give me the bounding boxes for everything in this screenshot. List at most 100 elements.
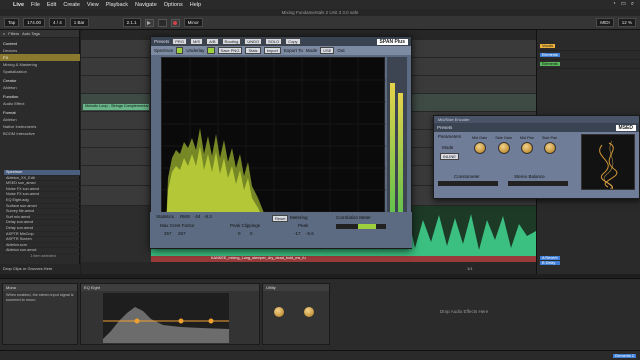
mid-gain-control[interactable]: Mid Gain <box>472 136 487 156</box>
search-icon[interactable]: ⌕ <box>631 1 634 8</box>
menu-playback[interactable]: Playback <box>106 2 128 8</box>
browser-item-native-instruments[interactable]: Native Instruments <box>0 123 80 130</box>
browser-item-boom[interactable]: BOOM Interactive <box>0 130 80 137</box>
correlation-meter-label: Correlation Meter <box>336 215 371 220</box>
browser-section-fx[interactable]: FX <box>0 54 80 61</box>
track-name-chip[interactable]: Elements <box>540 62 560 66</box>
search-icon[interactable]: ⌕ <box>3 31 5 36</box>
return-track-b[interactable]: B Delay <box>540 261 560 265</box>
meter-field[interactable]: 4 / 4 <box>49 18 66 27</box>
side-gain-knob[interactable] <box>497 142 510 154</box>
battery-icon[interactable]: ▭ <box>621 1 626 8</box>
track-header[interactable]: Elements <box>537 51 640 60</box>
span-statistics-panel: Statistics RMS -24 -8.3 Max Crest Factor… <box>150 212 412 248</box>
menu-app[interactable]: Live <box>13 2 24 8</box>
track-header[interactable]: Vocals <box>537 42 640 51</box>
stats-button[interactable]: Stats <box>245 47 261 54</box>
reset-button[interactable]: Reset <box>272 215 289 222</box>
browser-item-ableton-format[interactable]: Ableton <box>0 116 80 123</box>
auto-tags-tab[interactable]: Auto Tags <box>22 31 40 36</box>
underlay-toggle[interactable] <box>207 47 215 54</box>
return-track-a[interactable]: A Reverb <box>540 256 560 260</box>
eq-curve-display[interactable] <box>81 291 261 345</box>
drop-effects-hint: Drop Audio Effects Here <box>440 309 489 314</box>
browser-section-format[interactable]: Format <box>0 109 80 116</box>
browser-drop-hint: Drop Clips or Grooves Here <box>0 264 80 274</box>
track-header[interactable]: Elements <box>537 60 640 69</box>
selected-track-chip[interactable]: Elements 2 <box>613 353 636 358</box>
info-title: Mono <box>3 284 77 291</box>
copy-button[interactable]: Copy <box>285 38 301 45</box>
stop-button[interactable] <box>157 18 167 27</box>
browser-section-creator[interactable]: Creator <box>0 77 80 84</box>
status-bar: Elements 2 <box>0 350 640 360</box>
menu-create[interactable]: Create <box>63 2 80 8</box>
tap-button[interactable]: Tap <box>4 18 20 27</box>
quantize-menu[interactable]: 1 Bar <box>69 18 89 27</box>
mode-selector[interactable]: INLINE <box>440 153 459 160</box>
menu-file[interactable]: File <box>31 2 40 8</box>
side-pan-control[interactable]: Side Pan <box>542 136 557 156</box>
side-gain-label: Side Gain <box>495 136 512 140</box>
undo-button[interactable]: UNDO <box>244 38 263 45</box>
browser-item-ableton[interactable]: Ableton <box>0 84 80 91</box>
msed-knob-row: Mid Gain Side Gain Mid Pan Side Pan <box>472 136 557 156</box>
spectrum-display[interactable] <box>161 57 386 234</box>
position-field[interactable]: 2.1.1 <box>122 18 141 27</box>
browser-section-mixing[interactable]: Mixing & Mastering <box>0 61 80 68</box>
gain-knob[interactable] <box>273 306 285 318</box>
peak-left-value: -17 <box>294 231 301 236</box>
record-button[interactable] <box>170 18 180 27</box>
menu-view[interactable]: View <box>87 2 99 8</box>
presets-button[interactable]: Presets <box>154 39 169 44</box>
info-view: Mono When enabled, the stereo input sign… <box>2 283 78 345</box>
browser-section-spatial[interactable]: Spatialization <box>0 68 80 75</box>
routing-button[interactable]: Routing <box>221 38 242 45</box>
mode-button[interactable]: M/S <box>189 38 204 45</box>
side-gain-control[interactable]: Side Gain <box>495 136 512 156</box>
menu-navigate[interactable]: Navigate <box>135 2 157 8</box>
correlation-meter-fill <box>358 224 376 229</box>
device-chain: Mono When enabled, the stereo input sign… <box>0 278 640 350</box>
span-logo: SPAN Plus <box>376 38 408 45</box>
ab-button[interactable]: A/B <box>206 38 219 45</box>
midi-indicator: MIDI <box>596 18 614 27</box>
clip-left-value: 0 <box>238 231 241 236</box>
scope-graphic <box>599 140 618 189</box>
preset-name[interactable]: PRO <box>172 38 187 45</box>
utility-device[interactable]: Utility <box>262 283 330 345</box>
import-button[interactable]: Import <box>263 47 281 54</box>
peak-right-value: -5.6 <box>306 231 314 236</box>
clip[interactable]: Melodic Loop - Strings Complementary <box>83 104 149 110</box>
menu-help[interactable]: Help <box>190 2 201 8</box>
spectrum-label: Spectrum <box>154 48 174 53</box>
menu-edit[interactable]: Edit <box>47 2 56 8</box>
peak-label: Peak <box>298 223 309 228</box>
key-field[interactable]: Minor <box>183 18 203 27</box>
browser-section-devices[interactable]: Devices <box>0 47 80 54</box>
track-name-chip[interactable]: Elements <box>540 53 560 57</box>
utility-title: Utility <box>263 284 329 291</box>
constometer-meter <box>438 181 498 186</box>
stereo-scope <box>581 134 635 190</box>
browser-section-function[interactable]: Function <box>0 93 80 100</box>
filters-tab[interactable]: Filters <box>8 31 19 36</box>
spectrum-toggle[interactable] <box>176 47 184 54</box>
browser-item-audio-effect[interactable]: Audio Effect <box>0 100 80 107</box>
solo-button[interactable]: SOLO <box>265 38 283 45</box>
mid-gain-knob[interactable] <box>473 142 486 154</box>
play-button[interactable] <box>144 18 154 27</box>
msed-presets-button[interactable]: Presets <box>437 125 452 130</box>
side-pan-knob[interactable] <box>543 142 556 154</box>
mid-pan-control[interactable]: Mid Pan <box>520 136 534 156</box>
mode-value[interactable]: USE <box>320 47 335 54</box>
tempo-field[interactable]: 174.00 <box>23 18 46 27</box>
mid-pan-knob[interactable] <box>520 142 533 154</box>
menu-options[interactable]: Options <box>164 2 183 8</box>
save-png-button[interactable]: Save PNG <box>217 47 243 54</box>
width-knob[interactable] <box>303 306 315 318</box>
track-name-chip[interactable]: Vocals <box>540 44 556 48</box>
eq-eight-device[interactable]: EQ Eight <box>80 283 260 345</box>
browser-section-content[interactable]: Content <box>0 40 80 47</box>
wifi-icon[interactable]: ◔ <box>612 1 615 8</box>
